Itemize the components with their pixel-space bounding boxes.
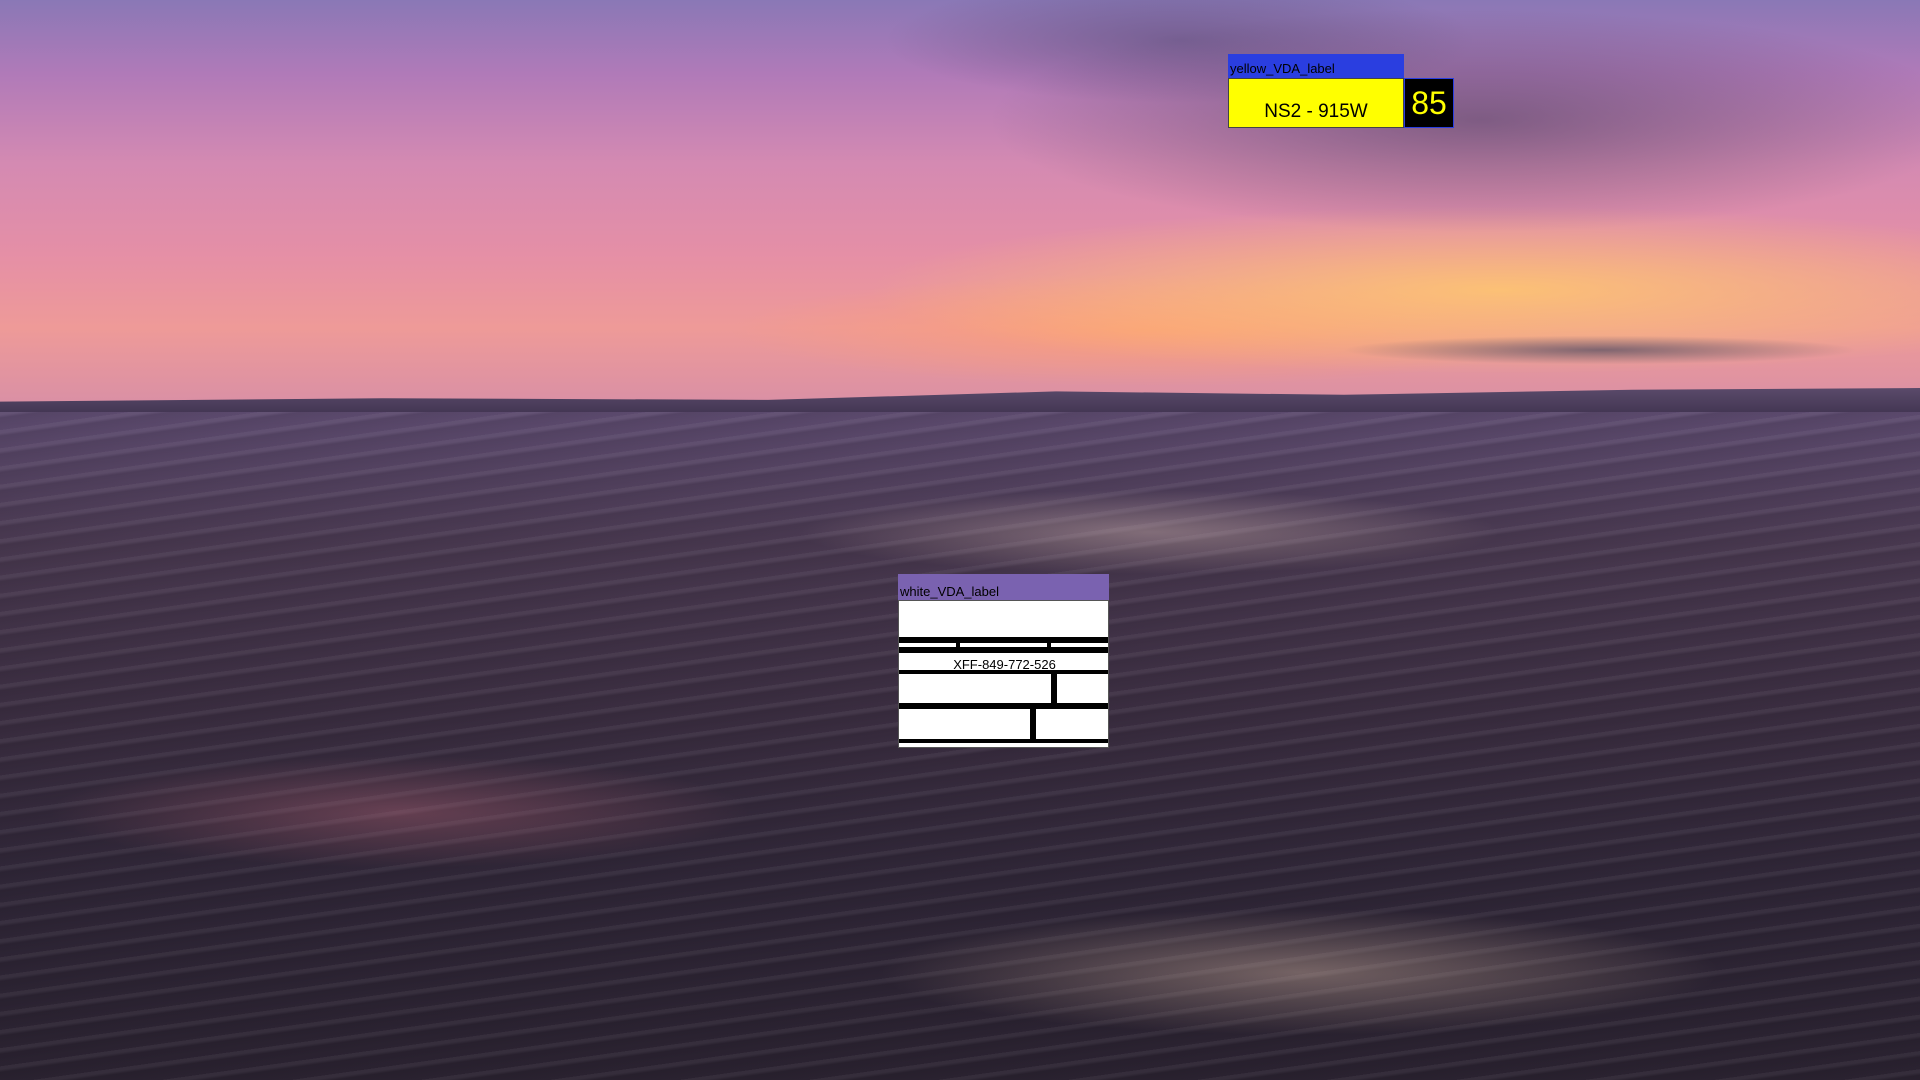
white-vda-label-title[interactable]: white_VDA_label (898, 574, 1109, 600)
desktop-scene: yellow_VDA_label NS2 - 915W 85 white_VDA… (0, 0, 1920, 1080)
label-divider-bar (899, 647, 1108, 653)
label-divider-bar (899, 637, 1108, 643)
horizon-clouds (1300, 330, 1920, 370)
white-vda-label-body: XFF-849-772-526 (898, 600, 1109, 748)
label-divider-bar (1051, 671, 1057, 705)
yellow-vda-label-widget[interactable]: yellow_VDA_label NS2 - 915W 85 (1228, 54, 1454, 128)
label-divider-bar (899, 703, 1108, 709)
white-vda-label-code: XFF-849-772-526 (953, 657, 1056, 672)
white-vda-label-widget[interactable]: white_VDA_label XFF-849-772-526 (898, 574, 1109, 748)
label-divider-bar (1030, 705, 1036, 739)
label-divider-bar (899, 739, 1108, 743)
yellow-vda-label-code: NS2 - 915W (1228, 78, 1404, 128)
yellow-vda-label-count: 85 (1404, 78, 1454, 128)
label-divider-bar (956, 637, 960, 647)
yellow-vda-label-title[interactable]: yellow_VDA_label (1228, 54, 1404, 78)
label-divider-bar (1047, 637, 1051, 647)
